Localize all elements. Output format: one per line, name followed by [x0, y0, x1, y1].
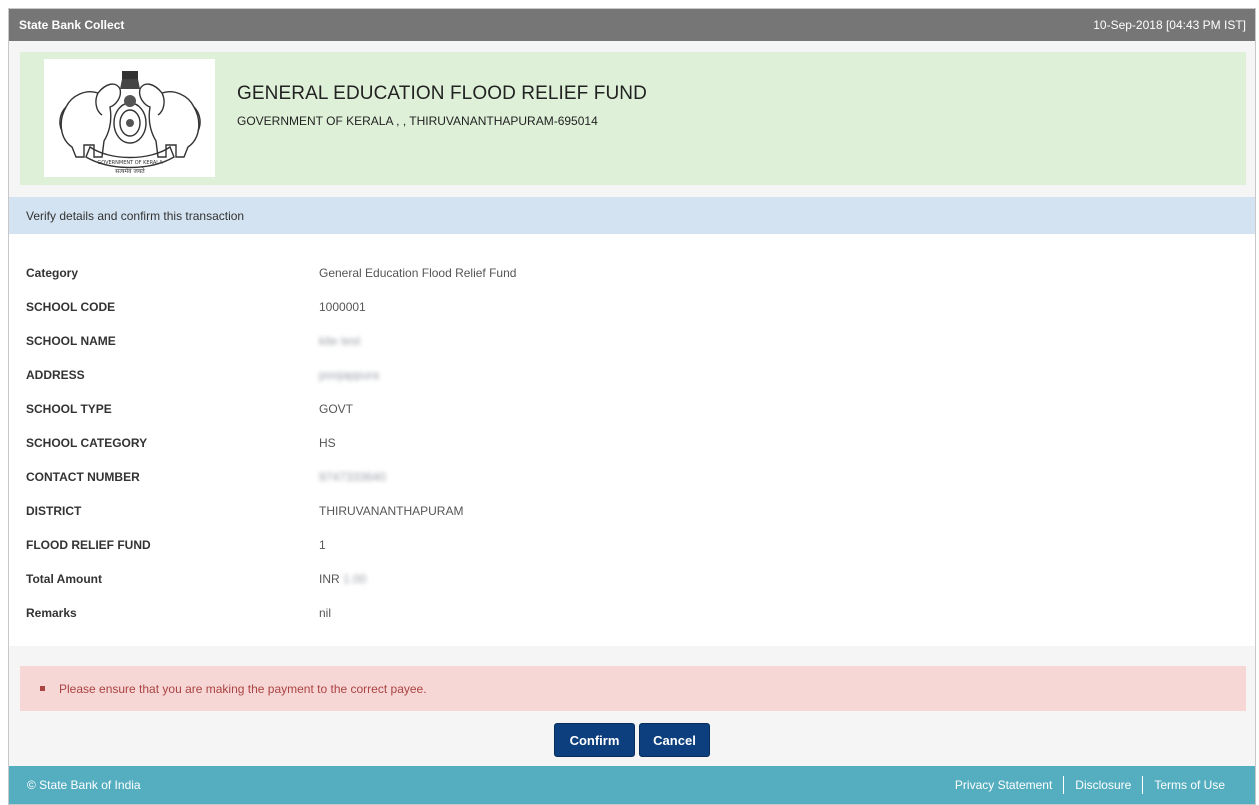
- detail-value: nil: [319, 606, 331, 620]
- svg-text:GOVERNMENT OF KERALA: GOVERNMENT OF KERALA: [97, 160, 163, 166]
- detail-label: Total Amount: [26, 572, 102, 586]
- emblem-graphic: GOVERNMENT OF KERALA सत्यमेव जयते: [58, 71, 201, 175]
- detail-value-text: HS: [319, 436, 336, 450]
- detail-row: SCHOOL TYPE GOVT: [9, 392, 1255, 426]
- app-title: State Bank Collect: [19, 18, 125, 32]
- kerala-state-emblem-icon: GOVERNMENT OF KERALA सत्यमेव जयते: [44, 59, 215, 177]
- detail-label: CONTACT NUMBER: [26, 470, 140, 484]
- detail-value-text: General Education Flood Relief Fund: [319, 266, 517, 280]
- detail-value-text: 1.00: [343, 572, 367, 586]
- detail-value: 9747333640: [319, 470, 386, 484]
- footer-divider: [1142, 776, 1144, 794]
- detail-value: kite test: [319, 334, 360, 348]
- detail-value: 1: [319, 538, 326, 552]
- footer-links: Privacy Statement Disclosure Terms of Us…: [955, 776, 1225, 794]
- detail-label: FLOOD RELIEF FUND: [26, 538, 151, 552]
- detail-value-text: kite test: [319, 334, 361, 348]
- detail-value: HS: [319, 436, 336, 450]
- detail-label: Remarks: [26, 606, 77, 620]
- detail-value: INR 1.00: [319, 572, 366, 586]
- terms-of-use-link[interactable]: Terms of Use: [1154, 778, 1225, 792]
- payee-warning-alert: Please ensure that you are making the pa…: [20, 666, 1246, 711]
- detail-value-text: poojappura: [319, 368, 380, 382]
- header-datetime: 10-Sep-2018 [04:43 PM IST]: [1093, 18, 1246, 32]
- detail-label: Category: [26, 266, 79, 280]
- detail-value-text: nil: [319, 606, 332, 620]
- transaction-details: Category General Education Flood Relief F…: [9, 234, 1255, 646]
- detail-row: SCHOOL NAME kite test: [9, 324, 1255, 358]
- detail-row: DISTRICT THIRUVANANTHAPURAM: [9, 494, 1255, 528]
- footer-divider: [1063, 776, 1065, 794]
- detail-row: SCHOOL CODE 1000001: [9, 290, 1255, 324]
- detail-label: SCHOOL CATEGORY: [26, 436, 148, 450]
- footer: © State Bank of India Privacy Statement …: [9, 766, 1255, 804]
- detail-value: 1000001: [319, 300, 366, 314]
- detail-value-text: 9747333640: [319, 470, 386, 484]
- detail-row: Remarks nil: [9, 596, 1255, 630]
- detail-value-text: THIRUVANANTHAPURAM: [319, 504, 464, 518]
- detail-label: SCHOOL CODE: [26, 300, 116, 314]
- detail-row: FLOOD RELIEF FUND 1: [9, 528, 1255, 562]
- payee-title: GENERAL EDUCATION FLOOD RELIEF FUND: [237, 83, 647, 104]
- cancel-button[interactable]: Cancel: [639, 723, 710, 757]
- detail-value-text: 1000001: [319, 300, 366, 314]
- bullet-icon: [40, 686, 45, 691]
- detail-value: General Education Flood Relief Fund: [319, 266, 516, 280]
- banner-text: GENERAL EDUCATION FLOOD RELIEF FUND GOVE…: [237, 83, 647, 128]
- detail-value-text: 1: [319, 538, 326, 552]
- title-bar: State Bank Collect 10-Sep-2018 [04:43 PM…: [9, 9, 1255, 41]
- detail-row: CONTACT NUMBER 9747333640: [9, 460, 1255, 494]
- warning-message: Please ensure that you are making the pa…: [59, 681, 427, 696]
- detail-row: Total Amount INR 1.00: [9, 562, 1255, 596]
- detail-label: ADDRESS: [26, 368, 85, 382]
- privacy-statement-link[interactable]: Privacy Statement: [955, 778, 1052, 792]
- detail-label: SCHOOL TYPE: [26, 402, 112, 416]
- detail-label: SCHOOL NAME: [26, 334, 116, 348]
- currency-label: INR: [319, 572, 343, 586]
- detail-value-text: GOVT: [319, 402, 354, 416]
- detail-value: GOVT: [319, 402, 353, 416]
- verify-info-bar: Verify details and confirm this transact…: [9, 197, 1255, 234]
- disclosure-link[interactable]: Disclosure: [1075, 778, 1131, 792]
- detail-row: SCHOOL CATEGORY HS: [9, 426, 1255, 460]
- app-window: State Bank Collect 10-Sep-2018 [04:43 PM…: [8, 8, 1256, 805]
- svg-text:सत्यमेव जयते: सत्यमेव जयते: [115, 167, 145, 175]
- verify-message: Verify details and confirm this transact…: [26, 208, 245, 223]
- detail-row: Category General Education Flood Relief F…: [9, 256, 1255, 290]
- detail-value: THIRUVANANTHAPURAM: [319, 504, 463, 518]
- detail-row: ADDRESS poojappura: [9, 358, 1255, 392]
- detail-label: DISTRICT: [26, 504, 82, 518]
- action-buttons: Confirm Cancel: [9, 723, 1255, 757]
- footer-copyright: © State Bank of India: [27, 778, 141, 792]
- payee-banner: GOVERNMENT OF KERALA सत्यमेव जयते GENERA…: [20, 52, 1246, 185]
- confirm-button[interactable]: Confirm: [554, 723, 635, 757]
- payee-address: GOVERNMENT OF KERALA , , THIRUVANANTHAPU…: [237, 114, 598, 128]
- detail-value: poojappura: [319, 368, 379, 382]
